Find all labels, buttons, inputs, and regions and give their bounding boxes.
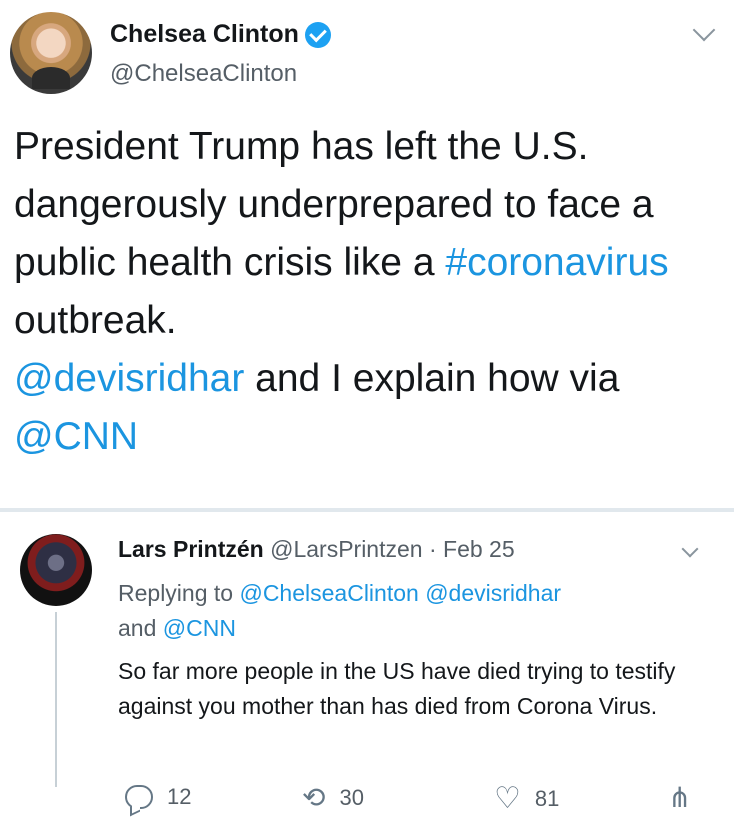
author-name-row: Chelsea Clinton	[110, 20, 331, 49]
mention-link[interactable]: @devisridhar	[14, 357, 244, 400]
share-icon: ⋔	[668, 782, 692, 813]
retweet-button[interactable]: ⟲ 30	[302, 784, 364, 812]
comment-icon	[125, 785, 153, 809]
tweet-text-part: and I explain how via	[244, 357, 620, 400]
mention-link[interactable]: @ChelseaClinton	[239, 580, 418, 606]
mention-link[interactable]: @CNN	[14, 415, 138, 458]
retweet-count: 30	[339, 785, 364, 810]
replying-prefix: Replying to	[118, 580, 240, 606]
action-bar: 12 ⟲ 30 ♡ 81 ⋔	[0, 784, 734, 824]
reply-tweet: Lars Printzén @LarsPrintzen · Feb 25 Rep…	[0, 512, 734, 839]
mention-link[interactable]: @CNN	[163, 615, 236, 641]
retweet-icon: ⟲	[302, 782, 326, 813]
author-handle[interactable]: @LarsPrintzen	[270, 536, 422, 562]
author-name[interactable]: Lars Printzén	[118, 536, 264, 562]
comment-button[interactable]: 12	[125, 784, 191, 810]
mention-link[interactable]: @devisridhar	[425, 580, 561, 606]
tweet-text: President Trump has left the U.S. danger…	[14, 118, 724, 466]
heart-icon: ♡	[494, 782, 521, 815]
main-tweet: Chelsea Clinton @ChelseaClinton Presiden…	[0, 0, 734, 508]
replying-and: and	[118, 615, 163, 641]
tweet-text-part: outbreak.	[14, 299, 177, 342]
chevron-down-icon[interactable]	[681, 540, 699, 558]
avatar[interactable]	[10, 12, 92, 94]
replying-to: Replying to @ChelseaClinton @devisridhar…	[118, 576, 708, 646]
comment-count: 12	[167, 784, 192, 809]
share-button[interactable]: ⋔	[668, 784, 691, 812]
avatar[interactable]	[20, 534, 92, 606]
tweet-date[interactable]: Feb 25	[443, 536, 515, 562]
like-count: 81	[534, 786, 560, 811]
verified-icon	[304, 21, 331, 48]
hashtag-link[interactable]: #coronavirus	[445, 241, 668, 284]
reply-text: So far more people in the US have died t…	[118, 658, 676, 719]
thread-line	[55, 612, 57, 787]
author-name[interactable]: Chelsea Clinton	[110, 20, 299, 49]
chevron-down-icon[interactable]	[692, 18, 716, 42]
reply-header: Lars Printzén @LarsPrintzen · Feb 25	[118, 536, 515, 563]
like-button[interactable]: ♡ 81	[494, 784, 559, 814]
separator: ·	[422, 536, 444, 562]
author-handle[interactable]: @ChelseaClinton	[110, 60, 297, 88]
